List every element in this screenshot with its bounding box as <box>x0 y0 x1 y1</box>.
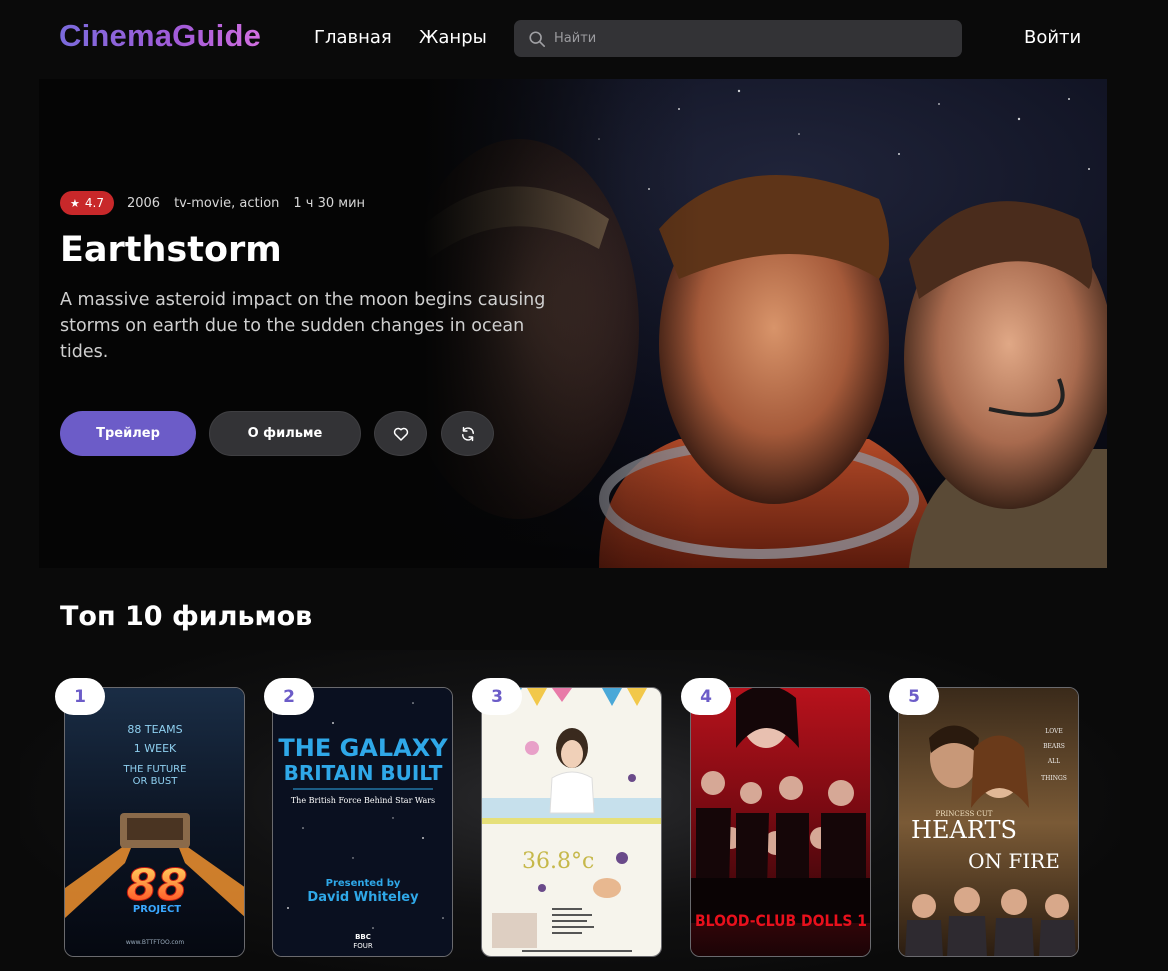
poster-title: BLOOD-CLUB DOLLS 1 <box>695 911 867 930</box>
movie-title: Earthstorm <box>60 230 282 270</box>
poster-line: 1 WEEK <box>134 742 177 755</box>
poster-presented: Presented by <box>326 878 401 889</box>
poster-url: www.BTTFTOO.com <box>126 939 185 946</box>
trailer-button[interactable]: Трейлер <box>60 411 196 456</box>
poster-presenter: David Whiteley <box>307 890 419 905</box>
movie-card[interactable]: 36.8°c <box>481 687 662 957</box>
movie-duration: 1 ч 30 мин <box>293 195 366 211</box>
header: CinemaGuide Главная Жанры Войти <box>0 0 1168 78</box>
rank-badge: 2 <box>264 678 314 715</box>
favorite-button[interactable] <box>374 411 427 456</box>
rating-badge: ★ 4.7 <box>60 191 114 215</box>
poster-title: HEARTS <box>911 816 1017 844</box>
poster-channel: BBC <box>355 933 371 941</box>
movie-year: 2006 <box>126 195 161 211</box>
poster-logo-sub: PROJECT <box>133 904 181 915</box>
movie-poster: LOVE BEARS ALL THINGS PRINCESS CUT HEART… <box>899 688 1078 956</box>
poster-title: 36.8°c <box>522 849 594 874</box>
refresh-icon <box>461 426 474 441</box>
logo[interactable]: CinemaGuide <box>59 18 261 54</box>
heart-icon <box>393 427 408 441</box>
poster-title: ON FIRE <box>968 849 1060 873</box>
search-input[interactable] <box>554 20 954 57</box>
rank-badge: 4 <box>681 678 731 715</box>
movie-card[interactable]: BLOOD-CLUB DOLLS 1 <box>690 687 871 957</box>
nav-genres-link[interactable]: Жанры <box>419 27 487 48</box>
refresh-button[interactable] <box>441 411 494 456</box>
movie-card[interactable]: LOVE BEARS ALL THINGS PRINCESS CUT HEART… <box>898 687 1079 957</box>
rank-badge: 5 <box>889 678 939 715</box>
movie-poster: 88 TEAMS 1 WEEK THE FUTURE OR BUST 88 PR… <box>65 688 244 956</box>
star-icon: ★ <box>70 196 80 210</box>
movie-poster: THE GALAXY BRITAIN BUILT The British For… <box>273 688 452 956</box>
poster-tagline: LOVE <box>1045 728 1063 735</box>
movie-poster: 36.8°c <box>482 688 661 956</box>
poster-line: 88 TEAMS <box>127 723 182 736</box>
top10-section-title: Топ 10 фильмов <box>60 601 313 632</box>
movie-card[interactable]: THE GALAXY BRITAIN BUILT The British For… <box>272 687 453 957</box>
poster-tagline: BEARS <box>1043 743 1065 750</box>
poster-title: BRITAIN BUILT <box>284 761 443 785</box>
nav-home-link[interactable]: Главная <box>314 27 392 48</box>
movie-poster: BLOOD-CLUB DOLLS 1 <box>691 688 870 956</box>
poster-channel: FOUR <box>353 942 373 950</box>
rank-badge: 1 <box>55 678 105 715</box>
movie-meta: ★ 4.7 2006 tv-movie, action 1 ч 30 мин <box>60 191 379 215</box>
rank-badge: 3 <box>472 678 522 715</box>
poster-tagline: ALL <box>1047 758 1060 765</box>
movie-card[interactable]: 88 TEAMS 1 WEEK THE FUTURE OR BUST 88 PR… <box>64 687 245 957</box>
poster-tagline: THINGS <box>1041 775 1067 782</box>
poster-subtitle: The British Force Behind Star Wars <box>291 796 435 805</box>
about-movie-button[interactable]: О фильме <box>209 411 361 456</box>
movie-description: A massive asteroid impact on the moon be… <box>60 290 546 362</box>
poster-line: THE FUTURE <box>123 764 187 775</box>
search-icon <box>529 31 546 48</box>
rating-value: 4.7 <box>84 196 104 210</box>
movie-genres: tv-movie, action <box>174 195 280 211</box>
poster-title: THE GALAXY <box>278 734 448 762</box>
search-bar[interactable] <box>514 20 962 57</box>
login-link[interactable]: Войти <box>1024 27 1081 48</box>
poster-line: OR BUST <box>133 776 179 787</box>
